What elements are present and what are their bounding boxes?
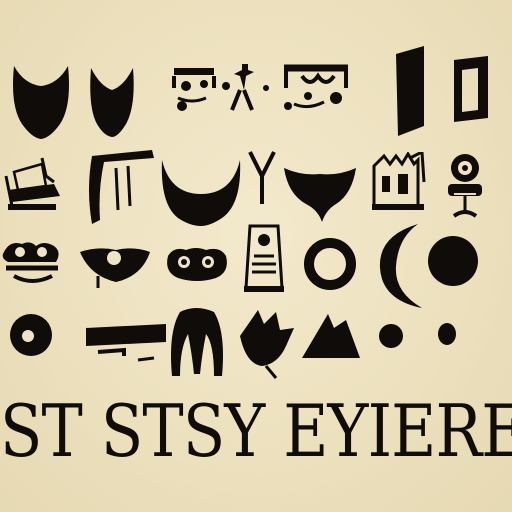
triangle-icon [300, 312, 362, 360]
bracket-icon [394, 46, 442, 138]
tower-icon [242, 224, 286, 294]
face-icon [168, 60, 272, 116]
ring-icon [302, 236, 358, 292]
bracket-icon [82, 150, 156, 226]
face-icon [0, 236, 64, 286]
crescent-icon [160, 160, 242, 226]
circle-icon [426, 234, 480, 288]
shield-icon [284, 164, 356, 224]
face-icon [164, 246, 230, 282]
mouth-icon [84, 320, 168, 368]
bracket-icon [452, 56, 490, 122]
robot-icon [440, 150, 490, 226]
castle-icon [370, 152, 426, 212]
face-icon [280, 58, 352, 116]
arch-icon [166, 304, 228, 378]
dot-icon [376, 322, 406, 350]
symbol-sheet: ST STSY EYIERE [0, 0, 512, 512]
dot-icon [434, 320, 460, 348]
crescent-icon [378, 222, 424, 310]
letter-y-icon [248, 150, 276, 206]
crescent-icon [10, 62, 72, 140]
mask-icon [78, 246, 152, 290]
caption-text: ST STSY EYIERE [0, 389, 512, 473]
circle-icon [6, 312, 56, 358]
leaf-icon [236, 306, 296, 380]
crescent-icon [88, 66, 136, 138]
book-icon [2, 156, 64, 214]
